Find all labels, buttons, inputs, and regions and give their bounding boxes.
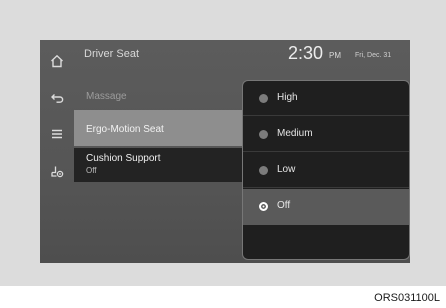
menu-item-label: Cushion Support	[86, 153, 161, 164]
seat-settings-icon[interactable]	[49, 163, 65, 179]
menu-icon[interactable]	[49, 126, 65, 142]
page-title: Driver Seat	[84, 48, 140, 60]
option-medium[interactable]: Medium	[243, 117, 409, 152]
infotainment-screen: Driver Seat 2:30 PM Fri, Dec. 31 Massage…	[40, 40, 410, 263]
home-icon[interactable]	[49, 53, 65, 69]
clock-ampm: PM	[329, 51, 341, 60]
figure-frame: Driver Seat 2:30 PM Fri, Dec. 31 Massage…	[0, 0, 446, 286]
option-off[interactable]: Off	[243, 189, 409, 225]
clock-date: Fri, Dec. 31	[355, 52, 392, 59]
back-icon[interactable]	[49, 90, 65, 106]
option-label: Off	[277, 200, 291, 211]
option-label: High	[277, 92, 298, 103]
figure-code: ORS031100L	[374, 292, 440, 304]
option-high[interactable]: High	[243, 81, 409, 116]
sidebar	[40, 40, 74, 263]
cushion-support-popup: High Medium Low Off	[242, 80, 410, 260]
clock-time: 2:30	[288, 43, 324, 63]
menu-item-label: Ergo-Motion Seat	[86, 124, 164, 135]
radio-icon	[259, 166, 268, 175]
radio-selected-icon	[259, 202, 268, 211]
option-low[interactable]: Low	[243, 153, 409, 188]
radio-icon	[259, 130, 268, 139]
option-label: Medium	[277, 128, 313, 139]
radio-icon	[259, 94, 268, 103]
menu-item-value: Off	[86, 166, 97, 175]
menu-item-label: Massage	[86, 91, 127, 102]
option-label: Low	[277, 164, 296, 175]
